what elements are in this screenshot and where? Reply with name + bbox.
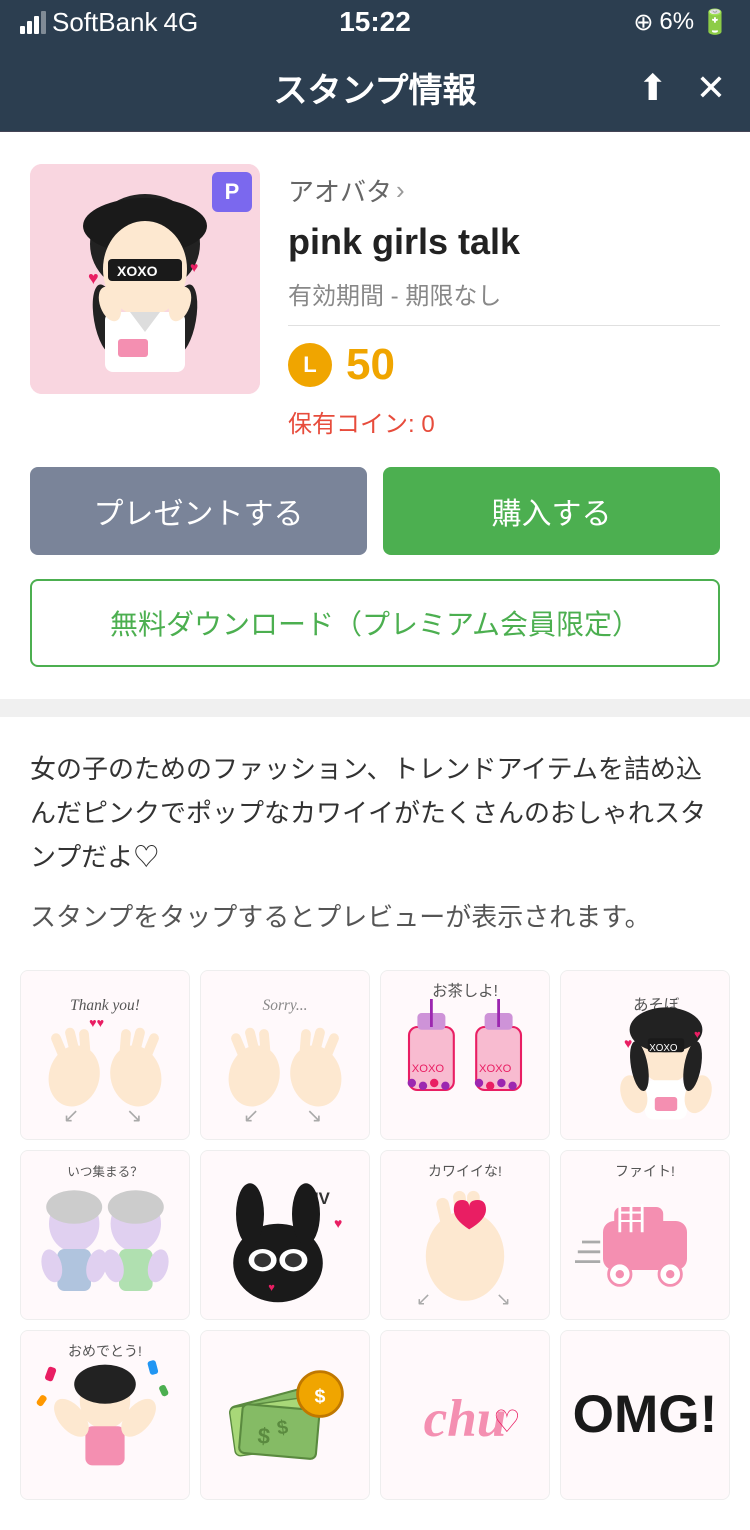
- sticker-2[interactable]: Sorry... ↙ ↘: [200, 970, 370, 1140]
- author-arrow: ›: [396, 175, 405, 206]
- coin-icon: L: [288, 343, 332, 387]
- battery-percent: 6%: [659, 8, 694, 36]
- sticker-grid: Thank you! ♥♥ ↙ ↘: [20, 970, 730, 1500]
- carrier-info: SoftBank 4G: [20, 7, 198, 38]
- svg-text:XOXO: XOXO: [479, 1062, 512, 1074]
- product-validity: 有効期間 - 期限なし: [288, 276, 720, 311]
- faito-sticker: ファイト!: [561, 1151, 729, 1319]
- buy-button[interactable]: 購入する: [383, 467, 720, 555]
- sorry-sticker: Sorry... ↙ ↘: [201, 971, 369, 1139]
- sticker-5[interactable]: いつ集まる？: [20, 1150, 190, 1320]
- thankyou-sticker: Thank you! ♥♥ ↙ ↘: [21, 971, 189, 1139]
- svg-text:↘: ↘: [306, 1105, 322, 1127]
- nav-actions: ⬆ ✕: [638, 67, 726, 109]
- svg-text:OMG!: OMG!: [573, 1384, 718, 1443]
- sticker-9[interactable]: おめでとう!: [20, 1330, 190, 1500]
- chu-sticker: chu ♡: [381, 1331, 549, 1499]
- svg-text:XOXO: XOXO: [412, 1062, 445, 1074]
- signal-icon: [20, 11, 46, 34]
- network-label: 4G: [164, 7, 199, 38]
- status-bar: SoftBank 4G 15:22 ⊕ 6% 🔋: [0, 0, 750, 44]
- sticker-grid-section: Thank you! ♥♥ ↙ ↘: [0, 950, 750, 1530]
- sticker-12[interactable]: OMG!: [560, 1330, 730, 1500]
- svg-text:↙: ↙: [63, 1105, 79, 1127]
- svg-text:お茶しよ!: お茶しよ!: [432, 982, 498, 1000]
- premium-badge: P: [212, 172, 252, 212]
- present-button[interactable]: プレゼントする: [30, 467, 367, 555]
- description-text: 女の子のためのファッション、トレンドアイテムを詰め込んだピンクでポップなカワイイ…: [30, 747, 720, 880]
- svg-text:♥: ♥: [190, 259, 198, 275]
- button-section: プレゼントする 購入する: [0, 467, 750, 579]
- nav-title: スタンプ情報: [274, 63, 477, 112]
- svg-text:Thank you!: Thank you!: [70, 997, 140, 1014]
- sticker-8[interactable]: ファイト!: [560, 1150, 730, 1320]
- svg-text:↙: ↙: [243, 1105, 259, 1127]
- price-row: L 50: [288, 340, 720, 390]
- location-icon: ⊕: [633, 8, 653, 37]
- sticker-7[interactable]: カワイイな! ↙ ↘: [380, 1150, 550, 1320]
- svg-text:♥: ♥: [334, 1215, 342, 1231]
- free-download-section: 無料ダウンロード（プレミアム会員限定）: [0, 579, 750, 699]
- svg-text:カワイイな!: カワイイな!: [428, 1163, 502, 1179]
- status-time: 15:22: [339, 6, 411, 38]
- coin-balance: 保有コイン: 0: [288, 404, 720, 439]
- svg-text:いつ集まる？: いつ集まる？: [67, 1164, 143, 1179]
- sticker-11[interactable]: chu ♡: [380, 1330, 550, 1500]
- sticker-10[interactable]: $ $ $: [200, 1330, 370, 1500]
- svg-text:XOXO: XOXO: [649, 1042, 678, 1053]
- itsumatsumaru-sticker: いつ集まる？: [21, 1151, 189, 1319]
- price-number: 50: [346, 340, 395, 390]
- svg-text:↙: ↙: [416, 1289, 431, 1309]
- money-sticker: $ $ $: [201, 1331, 369, 1499]
- svg-text:♥: ♥: [694, 1029, 701, 1041]
- nav-bar: スタンプ情報 ⬆ ✕: [0, 44, 750, 132]
- close-button[interactable]: ✕: [696, 67, 726, 109]
- sticker-3[interactable]: お茶しよ! XOXO XOXO: [380, 970, 550, 1140]
- svg-text:↘: ↘: [496, 1289, 511, 1309]
- free-download-button[interactable]: 無料ダウンロード（プレミアム会員限定）: [30, 579, 720, 667]
- product-author[interactable]: アオバタ ›: [288, 172, 720, 209]
- asobo-sticker: あそぼ XOXO ♥ ♥: [561, 971, 729, 1139]
- product-info: アオバタ › pink girls talk 有効期間 - 期限なし L 50 …: [288, 164, 720, 439]
- omg-sticker: OMG!: [561, 1331, 729, 1499]
- luv-sticker: LUV ♥ ♥: [201, 1151, 369, 1319]
- product-section: XOXO ♥ ♥ P: [0, 132, 750, 467]
- svg-text:$: $: [315, 1385, 326, 1407]
- description-section: 女の子のためのファッション、トレンドアイテムを詰め込んだピンクでポップなカワイイ…: [0, 717, 750, 950]
- separator: [288, 325, 720, 326]
- svg-text:♥♥: ♥♥: [89, 1016, 104, 1030]
- sticker-4[interactable]: あそぼ XOXO ♥ ♥: [560, 970, 730, 1140]
- svg-text:おめでとう!: おめでとう!: [68, 1343, 142, 1359]
- omedetou-sticker: おめでとう!: [21, 1331, 189, 1499]
- product-name: pink girls talk: [288, 219, 720, 266]
- svg-text:♥: ♥: [88, 268, 99, 288]
- svg-text:ファイト!: ファイト!: [615, 1163, 675, 1179]
- share-button[interactable]: ⬆: [638, 67, 668, 109]
- svg-text:♡: ♡: [493, 1403, 521, 1438]
- sticker-6[interactable]: LUV ♥ ♥: [200, 1150, 370, 1320]
- author-name: アオバタ: [288, 172, 392, 209]
- preview-hint: スタンプをタップするとプレビューが表示されます。: [30, 895, 720, 939]
- battery-icon: 🔋: [700, 8, 730, 37]
- content-area: XOXO ♥ ♥ P: [0, 132, 750, 1530]
- product-image-wrapper: XOXO ♥ ♥ P: [30, 164, 260, 439]
- svg-text:↘: ↘: [126, 1105, 142, 1127]
- kawaii-sticker: カワイイな! ↙ ↘: [381, 1151, 549, 1319]
- svg-text:XOXO: XOXO: [117, 263, 158, 279]
- svg-text:Sorry...: Sorry...: [263, 997, 308, 1014]
- sticker-1[interactable]: Thank you! ♥♥ ↙ ↘: [20, 970, 190, 1140]
- battery-info: ⊕ 6% 🔋: [633, 8, 730, 37]
- carrier-label: SoftBank: [52, 7, 158, 38]
- svg-text:♥: ♥: [268, 1282, 275, 1294]
- tea-sticker: お茶しよ! XOXO XOXO: [381, 971, 549, 1139]
